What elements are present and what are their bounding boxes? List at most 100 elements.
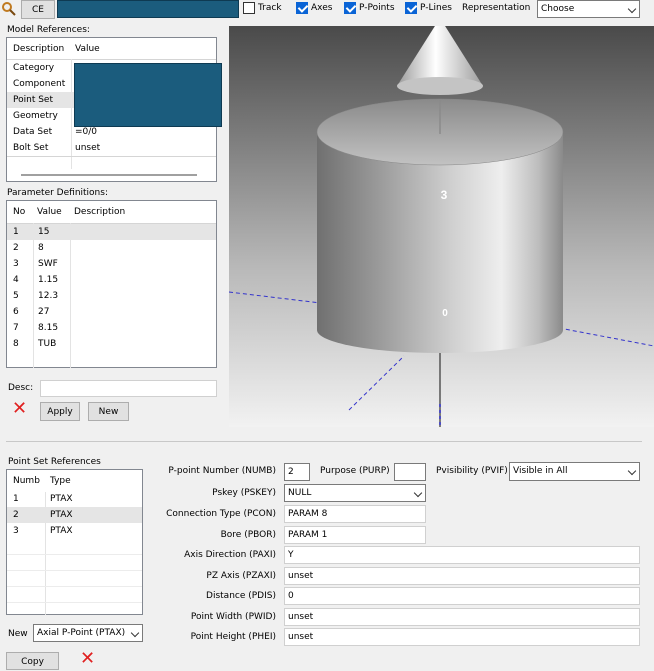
column-header-value: Value <box>37 207 62 217</box>
pskey-select[interactable]: NULL <box>284 484 426 502</box>
chevron-down-icon <box>627 466 637 476</box>
column-header-type: Type <box>50 476 71 486</box>
pbor-input[interactable]: PARAM 1 <box>284 526 426 544</box>
numb-label: P-point Number (NUMB) <box>168 466 276 476</box>
numb-input[interactable]: 2 <box>284 463 310 481</box>
track-label: Track <box>258 3 282 13</box>
point-set-references-table[interactable]: Numb Type 1 PTAX 2 PTAX 3 PTAX <box>6 469 143 615</box>
table-row[interactable]: 8 TUB <box>7 336 216 352</box>
delete-icon[interactable]: ✕ <box>12 400 27 418</box>
phei-input[interactable]: unset <box>284 628 640 646</box>
row-type: PTAX <box>50 494 73 504</box>
row-description: Geometry <box>13 111 58 121</box>
axes-checkbox[interactable]: Axes <box>296 1 332 15</box>
point-set-references-title: Point Set References <box>8 457 101 467</box>
row-value: SWF <box>38 259 58 269</box>
track-check-icon[interactable] <box>243 1 255 14</box>
select-tool-icon[interactable] <box>1 1 17 17</box>
redacted-values-block <box>74 63 222 127</box>
ppoints-checkbox[interactable]: P-Points <box>344 1 395 15</box>
model-references-title: Model References: <box>7 25 90 35</box>
chevron-down-icon <box>627 4 637 14</box>
representation-value: Choose <box>541 4 575 14</box>
pcon-input[interactable]: PARAM 8 <box>284 505 426 523</box>
pvif-value: Visible in All <box>513 466 568 476</box>
copy-button[interactable]: Copy <box>6 652 59 670</box>
purp-input[interactable] <box>394 463 426 481</box>
pvif-select[interactable]: Visible in All <box>509 462 640 481</box>
table-row[interactable]: 7 8.15 <box>7 320 216 336</box>
row-no: 1 <box>13 227 19 237</box>
pbor-label: Bore (PBOR) <box>220 530 276 540</box>
table-row[interactable]: 2 PTAX <box>7 507 142 523</box>
pzaxi-label: PZ Axis (PZAXI) <box>206 571 276 581</box>
column-header-numb: Numb <box>13 476 40 486</box>
axes-label: Axes <box>311 3 333 13</box>
cylinder-body[interactable] <box>316 98 564 353</box>
row-no: 4 <box>13 275 19 285</box>
parameter-definitions-table[interactable]: No Value Description 1 15 28 3 SWF 4 1.15 5… <box>6 200 217 368</box>
row-description: Point Set <box>13 95 53 105</box>
new-ppoint-type-select[interactable]: Axial P-Point (PTAX) <box>33 624 143 642</box>
new-button[interactable]: New <box>88 402 129 421</box>
row-divider <box>7 156 216 157</box>
delete-ppoint-icon[interactable]: ✕ <box>80 650 95 668</box>
table-row[interactable]: 1 15 <box>7 224 216 240</box>
pzaxi-input[interactable]: unset <box>284 567 640 585</box>
ppoints-label: P-Points <box>359 3 395 13</box>
pwid-input[interactable]: unset <box>284 608 640 626</box>
row-type: PTAX <box>50 510 73 520</box>
column-header-value: Value <box>75 44 100 54</box>
plines-label: P-Lines <box>420 3 452 13</box>
pdis-input[interactable]: 0 <box>284 587 640 605</box>
new-ppoint-type-value: Axial P-Point (PTAX) <box>37 628 126 638</box>
section-divider <box>6 441 642 442</box>
table-row[interactable]: 3 PTAX <box>7 523 142 539</box>
pvif-label: Pvisibility (PVIF) <box>436 466 508 476</box>
row-no: 2 <box>13 243 19 253</box>
track-checkbox[interactable]: Track <box>243 1 282 15</box>
paxi-label: Axis Direction (PAXI) <box>184 550 276 560</box>
pwid-label: Point Width (PWID) <box>190 612 276 622</box>
desc-label: Desc: <box>8 383 34 393</box>
row-value: TUB <box>38 339 57 349</box>
pcon-label: Connection Type (PCON) <box>166 509 276 519</box>
row-no: 5 <box>13 291 19 301</box>
column-header-description: Description <box>13 44 65 54</box>
ppoints-check-icon[interactable] <box>344 1 356 14</box>
representation-label: Representation <box>462 3 531 13</box>
pskey-label: Pskey (PSKEY) <box>212 488 276 498</box>
paxi-input[interactable]: Y <box>284 546 640 564</box>
representation-select[interactable]: Choose <box>537 0 640 18</box>
horizontal-scrollbar[interactable] <box>21 174 197 176</box>
row-divider <box>7 602 142 603</box>
table-row[interactable]: 4 1.15 <box>7 272 216 288</box>
table-row[interactable]: 28 <box>7 240 216 256</box>
table-header: No Value Description <box>7 204 216 220</box>
apply-button[interactable]: Apply <box>40 402 80 421</box>
row-value: 12.3 <box>38 291 59 301</box>
new-ppoint-label: New <box>8 629 28 639</box>
axes-check-icon[interactable] <box>296 1 308 14</box>
column-header-no: No <box>13 207 26 217</box>
desc-input[interactable] <box>40 380 217 397</box>
table-row[interactable]: 5 12.3 <box>7 288 216 304</box>
table-row[interactable]: 6 27 <box>7 304 216 320</box>
current-element-field[interactable] <box>57 0 239 18</box>
ce-button[interactable]: CE <box>21 0 55 19</box>
ppoint-label-3: 3 <box>441 188 448 202</box>
purp-label: Purpose (PURP) <box>320 466 390 476</box>
table-row[interactable]: 3 SWF <box>7 256 216 272</box>
3d-scene: 3 0 <box>229 26 654 427</box>
plines-check-icon[interactable] <box>405 1 417 14</box>
table-row[interactable]: Bolt Set unset <box>7 140 216 156</box>
row-value: 27 <box>38 307 50 317</box>
row-description: Category <box>13 63 55 73</box>
row-value: 1.15 <box>38 275 59 285</box>
table-row[interactable]: 1 PTAX <box>7 491 142 507</box>
3d-viewport[interactable]: 3 0 <box>229 26 654 427</box>
pdis-label: Distance (PDIS) <box>206 591 276 601</box>
row-type: PTAX <box>50 526 73 536</box>
plines-checkbox[interactable]: P-Lines <box>405 1 452 15</box>
row-divider <box>7 554 142 555</box>
